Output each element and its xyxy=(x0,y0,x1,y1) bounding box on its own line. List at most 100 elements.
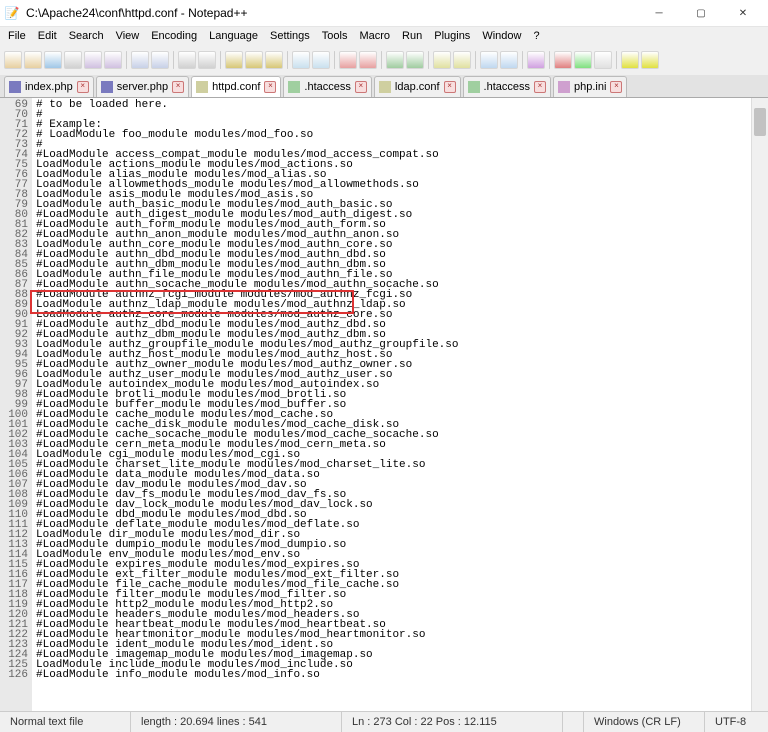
menu-item-file[interactable]: File xyxy=(2,28,32,44)
toolbar-button-21[interactable] xyxy=(359,51,377,69)
status-filetype: Normal text file xyxy=(0,712,131,732)
tab-httpdconf[interactable]: httpd.conf × xyxy=(191,76,281,97)
toolbar-button-14[interactable] xyxy=(245,51,263,69)
tab-close-icon[interactable]: × xyxy=(355,81,367,93)
tab-label: httpd.conf xyxy=(212,81,260,93)
toolbar-separator xyxy=(220,51,221,69)
menu-item-[interactable]: ? xyxy=(527,28,545,44)
scrollbar-thumb[interactable] xyxy=(754,108,766,136)
toolbar-button-34[interactable] xyxy=(554,51,572,69)
toolbar-button-11[interactable] xyxy=(198,51,216,69)
menu-item-window[interactable]: Window xyxy=(476,28,527,44)
toolbar-button-5[interactable] xyxy=(104,51,122,69)
toolbar-separator xyxy=(381,51,382,69)
toolbar-separator xyxy=(616,51,617,69)
menu-item-view[interactable]: View xyxy=(110,28,146,44)
maximize-button[interactable]: ▢ xyxy=(680,0,722,26)
toolbar-button-30[interactable] xyxy=(500,51,518,69)
app-icon: 📝 xyxy=(4,5,20,21)
tab-phpini[interactable]: php.ini × xyxy=(553,76,627,97)
toolbar-button-2[interactable] xyxy=(44,51,62,69)
status-position: Ln : 273 Col : 22 Pos : 12.115 xyxy=(342,712,563,732)
tab-close-icon[interactable]: × xyxy=(534,81,546,93)
close-button[interactable]: ✕ xyxy=(722,0,764,26)
toolbar-button-39[interactable] xyxy=(641,51,659,69)
tab-label: php.ini xyxy=(574,81,606,93)
menu-item-edit[interactable]: Edit xyxy=(32,28,63,44)
window-controls: ─ ▢ ✕ xyxy=(638,0,764,26)
menu-item-tools[interactable]: Tools xyxy=(316,28,354,44)
toolbar-button-29[interactable] xyxy=(480,51,498,69)
toolbar-button-18[interactable] xyxy=(312,51,330,69)
toolbar-button-24[interactable] xyxy=(406,51,424,69)
tab-bar: index.php×server.php×httpd.conf×.htacces… xyxy=(0,75,768,98)
title-bar: 📝 C:\Apache24\conf\httpd.conf - Notepad+… xyxy=(0,0,768,27)
code-content[interactable]: # to be loaded here.## Example:# LoadMod… xyxy=(32,98,751,711)
toolbar-button-17[interactable] xyxy=(292,51,310,69)
menu-item-settings[interactable]: Settings xyxy=(264,28,316,44)
tab-indexphp[interactable]: index.php × xyxy=(4,76,94,97)
tab-close-icon[interactable]: × xyxy=(77,81,89,93)
status-eol: Windows (CR LF) xyxy=(584,712,705,732)
menu-item-search[interactable]: Search xyxy=(63,28,110,44)
menu-item-run[interactable]: Run xyxy=(396,28,428,44)
file-icon xyxy=(101,81,113,93)
toolbar xyxy=(0,45,768,75)
tab-label: index.php xyxy=(25,81,73,93)
minimize-button[interactable]: ─ xyxy=(638,0,680,26)
toolbar-button-23[interactable] xyxy=(386,51,404,69)
toolbar-separator xyxy=(334,51,335,69)
toolbar-button-36[interactable] xyxy=(594,51,612,69)
toolbar-button-4[interactable] xyxy=(84,51,102,69)
toolbar-button-38[interactable] xyxy=(621,51,639,69)
tab-serverphp[interactable]: server.php × xyxy=(96,76,189,97)
toolbar-button-1[interactable] xyxy=(24,51,42,69)
tab-label: ldap.conf xyxy=(395,81,440,93)
menu-item-macro[interactable]: Macro xyxy=(353,28,396,44)
toolbar-separator xyxy=(428,51,429,69)
toolbar-button-13[interactable] xyxy=(225,51,243,69)
file-icon xyxy=(379,81,391,93)
file-icon xyxy=(288,81,300,93)
tab-close-icon[interactable]: × xyxy=(444,81,456,93)
toolbar-button-10[interactable] xyxy=(178,51,196,69)
line-number-gutter: 6970717273747576777879808182838485868788… xyxy=(0,98,32,711)
toolbar-separator xyxy=(475,51,476,69)
toolbar-button-7[interactable] xyxy=(131,51,149,69)
tab-label: server.php xyxy=(117,81,168,93)
toolbar-separator xyxy=(522,51,523,69)
toolbar-button-0[interactable] xyxy=(4,51,22,69)
toolbar-button-32[interactable] xyxy=(527,51,545,69)
menu-item-plugins[interactable]: Plugins xyxy=(428,28,476,44)
tab-ldapconf[interactable]: ldap.conf × xyxy=(374,76,461,97)
menu-item-encoding[interactable]: Encoding xyxy=(145,28,203,44)
tab-close-icon[interactable]: × xyxy=(264,81,276,93)
toolbar-button-35[interactable] xyxy=(574,51,592,69)
file-icon xyxy=(558,81,570,93)
file-icon xyxy=(9,81,21,93)
toolbar-button-20[interactable] xyxy=(339,51,357,69)
toolbar-button-15[interactable] xyxy=(265,51,283,69)
status-bar: Normal text file length : 20.694 lines :… xyxy=(0,711,768,732)
tab-label: .htaccess xyxy=(304,81,350,93)
toolbar-separator xyxy=(173,51,174,69)
file-icon xyxy=(468,81,480,93)
file-icon xyxy=(196,81,208,93)
vertical-scrollbar[interactable] xyxy=(751,98,768,711)
toolbar-separator xyxy=(287,51,288,69)
menu-item-language[interactable]: Language xyxy=(203,28,264,44)
status-encoding: UTF-8 xyxy=(705,712,768,732)
toolbar-button-8[interactable] xyxy=(151,51,169,69)
tab-close-icon[interactable]: × xyxy=(172,81,184,93)
window-title: C:\Apache24\conf\httpd.conf - Notepad++ xyxy=(26,6,638,20)
tab-htaccess[interactable]: .htaccess × xyxy=(283,76,371,97)
tab-close-icon[interactable]: × xyxy=(610,81,622,93)
toolbar-button-26[interactable] xyxy=(433,51,451,69)
tab-htaccess[interactable]: .htaccess × xyxy=(463,76,551,97)
toolbar-button-3[interactable] xyxy=(64,51,82,69)
toolbar-separator xyxy=(126,51,127,69)
editor-area[interactable]: 6970717273747576777879808182838485868788… xyxy=(0,98,768,711)
tab-label: .htaccess xyxy=(484,81,530,93)
toolbar-button-27[interactable] xyxy=(453,51,471,69)
status-length: length : 20.694 lines : 541 xyxy=(131,712,342,732)
